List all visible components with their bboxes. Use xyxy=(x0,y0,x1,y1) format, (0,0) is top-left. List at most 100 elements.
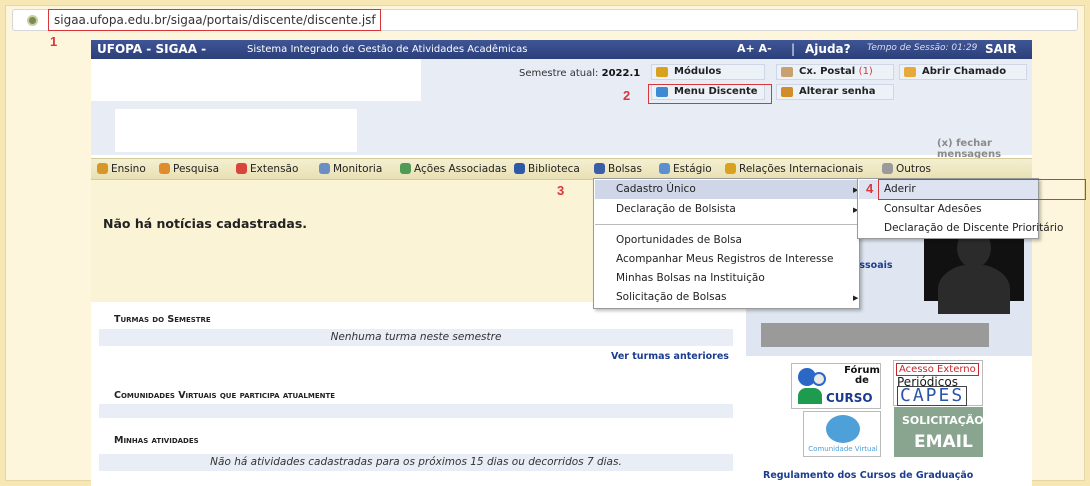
forum-bubble-icon-2 xyxy=(812,372,826,386)
annotation-number-3: 3 xyxy=(557,183,565,198)
header-separator: | xyxy=(791,42,796,56)
library-icon xyxy=(514,163,525,174)
menu-ensino[interactable]: Ensino xyxy=(97,163,146,175)
solicitacao-email-banner[interactable]: SOLICITAÇÃO EMAIL xyxy=(894,407,984,457)
menu-estagio-label: Estágio xyxy=(673,163,712,175)
annotation-number-1: 1 xyxy=(50,34,58,49)
comunidades-empty-row xyxy=(99,404,733,418)
menu-item-declaracao-bolsista[interactable]: Declaração de Bolsista xyxy=(616,203,736,215)
atividades-empty-text: Não há atividades cadastradas para os pr… xyxy=(210,456,622,468)
modulos-label: Módulos xyxy=(674,66,722,77)
menu-ensino-label: Ensino xyxy=(111,163,146,175)
system-subtitle: Sistema Integrado de Gestão de Atividade… xyxy=(247,44,528,55)
menu-outros[interactable]: Outros xyxy=(882,163,931,175)
comunidade-label: Comunidade Virtual xyxy=(808,445,878,453)
submenu-arrow-icon: ▶ xyxy=(853,294,859,302)
turmas-empty-text: Nenhuma turma neste semestre xyxy=(330,331,502,343)
dropdown-divider xyxy=(595,224,858,225)
site-favicon-icon xyxy=(27,15,38,26)
sigaa-page: UFOPA - SIGAA - Sistema Integrado de Ges… xyxy=(91,40,1032,486)
student-icon xyxy=(594,163,605,174)
menu-pesquisa[interactable]: Pesquisa xyxy=(159,163,219,175)
font-size-controls[interactable]: A+ A- xyxy=(737,42,772,55)
menu-item-solicitacao-bolsas[interactable]: Solicitação de Bolsas xyxy=(616,291,727,303)
semester-label: Semestre atual: xyxy=(519,68,599,79)
menu-bolsas[interactable]: Bolsas xyxy=(594,163,642,175)
comunidade-virtual-banner[interactable]: Comunidade Virtual xyxy=(803,411,881,457)
globe-icon xyxy=(725,163,736,174)
community-icon xyxy=(826,415,860,443)
logout-link[interactable]: SAIR xyxy=(985,42,1017,56)
forum-people-icon xyxy=(798,388,822,404)
header-bar: UFOPA - SIGAA - Sistema Integrado de Ges… xyxy=(91,40,1032,59)
menu-relacoes-label: Relações Internacionais xyxy=(739,163,864,175)
atividades-empty-row: Não há atividades cadastradas para os pr… xyxy=(99,454,733,471)
menu-outros-label: Outros xyxy=(896,163,932,175)
semester-value: 2022.1 xyxy=(601,68,641,79)
menu-monitoria[interactable]: Monitoria xyxy=(319,163,382,175)
message-box xyxy=(115,109,357,152)
annotation-box-aderir xyxy=(878,179,1086,200)
regulamento-link[interactable]: Regulamento dos Cursos de Graduação xyxy=(763,470,973,481)
comunidades-section-title: Comunidades Virtuais que participa atual… xyxy=(114,390,336,401)
menu-acoes-label: Ações Associadas xyxy=(414,163,507,175)
submenu-item-consultar-adesoes[interactable]: Consultar Adesões xyxy=(884,203,982,215)
gray-placeholder-bar xyxy=(761,323,989,347)
annotation-number-2: 2 xyxy=(623,88,631,103)
turmas-section-title: Turmas do Semestre xyxy=(114,314,211,325)
annotation-box-menu-discente xyxy=(648,84,772,104)
alterar-senha-button[interactable]: Alterar senha xyxy=(776,84,894,100)
solicitacao-label: SOLICITAÇÃO xyxy=(902,414,984,427)
menu-extensao[interactable]: Extensão xyxy=(236,163,298,175)
menu-item-acompanhar-registros[interactable]: Acompanhar Meus Registros de Interesse xyxy=(616,253,833,265)
key-icon xyxy=(781,87,793,97)
menu-bolsas-label: Bolsas xyxy=(608,163,642,175)
abrir-chamado-button[interactable]: Abrir Chamado xyxy=(899,64,1027,80)
main-menu-bar: Ensino Pesquisa Extensão Monitoria Ações… xyxy=(91,158,1032,180)
cx-postal-count: (1) xyxy=(858,66,873,77)
alterar-senha-label: Alterar senha xyxy=(799,86,876,97)
session-timer: Tempo de Sessão: 01:29 xyxy=(867,43,978,53)
news-empty-text: Não há notícias cadastradas. xyxy=(103,216,308,231)
atividades-section-title: Minhas atividades xyxy=(114,435,199,446)
close-messages-link[interactable]: (x) fechar mensagens xyxy=(937,138,1032,160)
brand-title: UFOPA - SIGAA - xyxy=(97,42,207,56)
menu-item-minhas-bolsas[interactable]: Minhas Bolsas na Instituição xyxy=(616,272,765,284)
links-card xyxy=(746,356,1032,486)
help-link[interactable]: Ajuda? xyxy=(805,42,851,56)
bolsas-dropdown-menu: Cadastro Único ▶ Declaração de Bolsista … xyxy=(593,178,860,309)
cx-postal-button[interactable]: Cx. Postal (1) xyxy=(776,64,894,80)
submenu-item-declaracao-prioritario[interactable]: Declaração de Discente Prioritário xyxy=(884,222,1063,234)
menu-item-oportunidades-bolsa[interactable]: Oportunidades de Bolsa xyxy=(616,234,742,246)
menu-biblioteca[interactable]: Biblioteca xyxy=(514,163,580,175)
annotation-box-url xyxy=(48,9,381,31)
menu-relacoes-internacionais[interactable]: Relações Internacionais xyxy=(725,163,863,175)
menu-item-cadastro-unico[interactable]: Cadastro Único xyxy=(616,183,696,195)
user-box xyxy=(91,59,421,101)
monitor-icon xyxy=(319,163,330,174)
email-label: EMAIL xyxy=(914,432,973,452)
turmas-empty-row: Nenhuma turma neste semestre xyxy=(99,329,733,346)
menu-pesquisa-label: Pesquisa xyxy=(173,163,220,175)
heart-icon xyxy=(236,163,247,174)
ticket-icon xyxy=(904,67,916,77)
forum-curso-banner[interactable]: Fórum de CURSO xyxy=(791,363,881,409)
menu-extensao-label: Extensão xyxy=(250,163,299,175)
modulos-button[interactable]: Módulos xyxy=(651,64,765,80)
flask-icon xyxy=(159,163,170,174)
current-semester: Semestre atual: 2022.1 xyxy=(519,68,640,79)
modules-icon xyxy=(656,67,668,77)
briefcase-icon xyxy=(659,163,670,174)
capes-banner[interactable]: Acesso Externo Periódicos CAPES xyxy=(893,360,983,406)
menu-acoes-associadas[interactable]: Ações Associadas xyxy=(400,163,507,175)
avatar-body-shape xyxy=(938,264,1010,314)
ensino-icon xyxy=(97,163,108,174)
cx-postal-label: Cx. Postal xyxy=(799,66,856,77)
forum-curso-label: CURSO xyxy=(826,391,873,405)
ver-turmas-anteriores-link[interactable]: Ver turmas anteriores xyxy=(611,351,729,362)
annotation-number-4: 4 xyxy=(866,181,874,196)
menu-biblioteca-label: Biblioteca xyxy=(528,163,580,175)
menu-monitoria-label: Monitoria xyxy=(333,163,383,175)
outros-icon xyxy=(882,163,893,174)
menu-estagio[interactable]: Estágio xyxy=(659,163,712,175)
